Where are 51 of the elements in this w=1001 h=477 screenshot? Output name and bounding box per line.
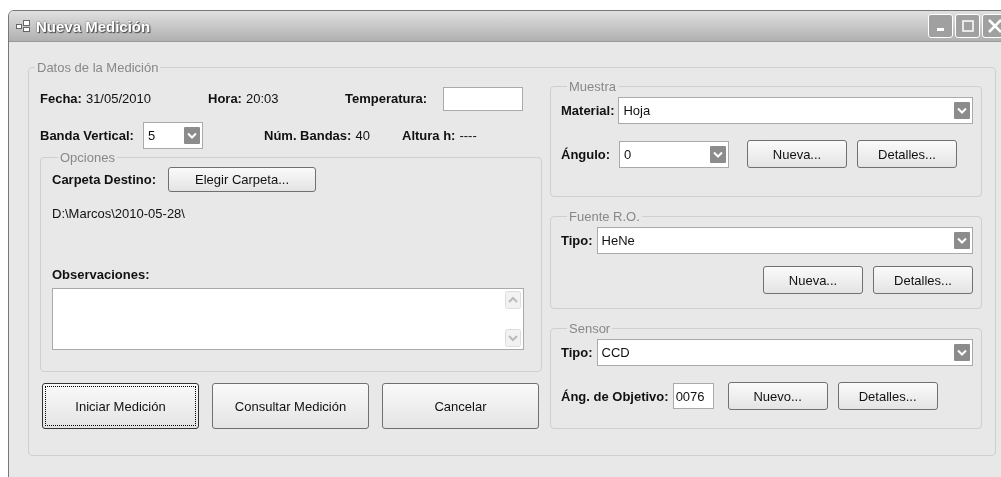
maximize-button[interactable] — [955, 14, 980, 38]
window-icon — [16, 20, 30, 32]
choose-folder-button[interactable]: Elegir Carpeta... — [168, 167, 317, 192]
field-label: Ángulo: — [561, 146, 612, 162]
objective-angle-field[interactable]: 0076 — [672, 383, 714, 409]
action-button[interactable]: Cancelar — [382, 383, 539, 429]
material-dropdown[interactable]: Hoja — [618, 97, 973, 124]
type-dropdown[interactable]: HeNe — [596, 227, 973, 254]
group-legend: Opciones — [58, 150, 117, 165]
action-button[interactable]: Detalles... — [837, 382, 938, 410]
action-button[interactable]: Nueva... — [763, 266, 863, 294]
field-label: Núm. Bandas: — [264, 128, 352, 143]
group-legend: Datos de la Medición — [35, 60, 161, 75]
field-label: Temperatura: — [345, 91, 428, 106]
type-dropdown[interactable]: CCD — [596, 339, 973, 366]
field-label: Altura h: — [402, 128, 456, 143]
field-value: 40 — [355, 128, 370, 143]
minimize-button[interactable] — [928, 14, 953, 38]
action-button[interactable]: Nuevo... — [727, 382, 828, 410]
group-legend: Fuente R.O. — [567, 209, 642, 224]
temperature-field[interactable] — [443, 86, 524, 111]
action-button[interactable]: Detalles... — [873, 266, 973, 294]
field-label: Áng. de Objetivo: — [561, 388, 669, 404]
band-dropdown[interactable]: 5 — [142, 122, 203, 149]
group-legend: Muestra — [567, 79, 618, 94]
close-button[interactable] — [982, 14, 1001, 38]
field-label: Material: — [561, 103, 615, 118]
folder-path: D:\Marcos\2010-05-28\ — [52, 206, 186, 221]
action-button[interactable]: Consultar Medición — [212, 383, 369, 429]
observations-field[interactable] — [52, 288, 524, 350]
field-label: Banda Vertical: — [40, 128, 134, 143]
action-button[interactable]: Nueva... — [747, 140, 847, 168]
scroll-down-icon[interactable] — [505, 329, 521, 347]
angle-dropdown[interactable]: 0 — [619, 140, 729, 168]
group-legend: Sensor — [567, 321, 613, 336]
minimize-icon — [937, 28, 944, 31]
field-label: Carpeta Destino: — [52, 172, 157, 187]
field-label: Observaciones: — [52, 267, 151, 282]
field-label: Hora: — [208, 91, 242, 106]
field-value: 31/05/2010 — [85, 91, 151, 106]
action-button[interactable]: Iniciar Medición — [42, 383, 199, 429]
scroll-up-icon[interactable] — [505, 291, 521, 309]
field-label: Tipo: — [561, 345, 593, 360]
field-value: ---- — [459, 128, 477, 143]
action-button[interactable]: Detalles... — [857, 140, 957, 168]
field-value: 20:03 — [245, 91, 279, 106]
window-title: Nueva Medición — [36, 17, 151, 35]
close-icon — [987, 19, 1001, 33]
maximize-icon — [961, 20, 974, 32]
field-label: Tipo: — [561, 233, 593, 248]
field-label: Fecha: — [40, 91, 82, 106]
